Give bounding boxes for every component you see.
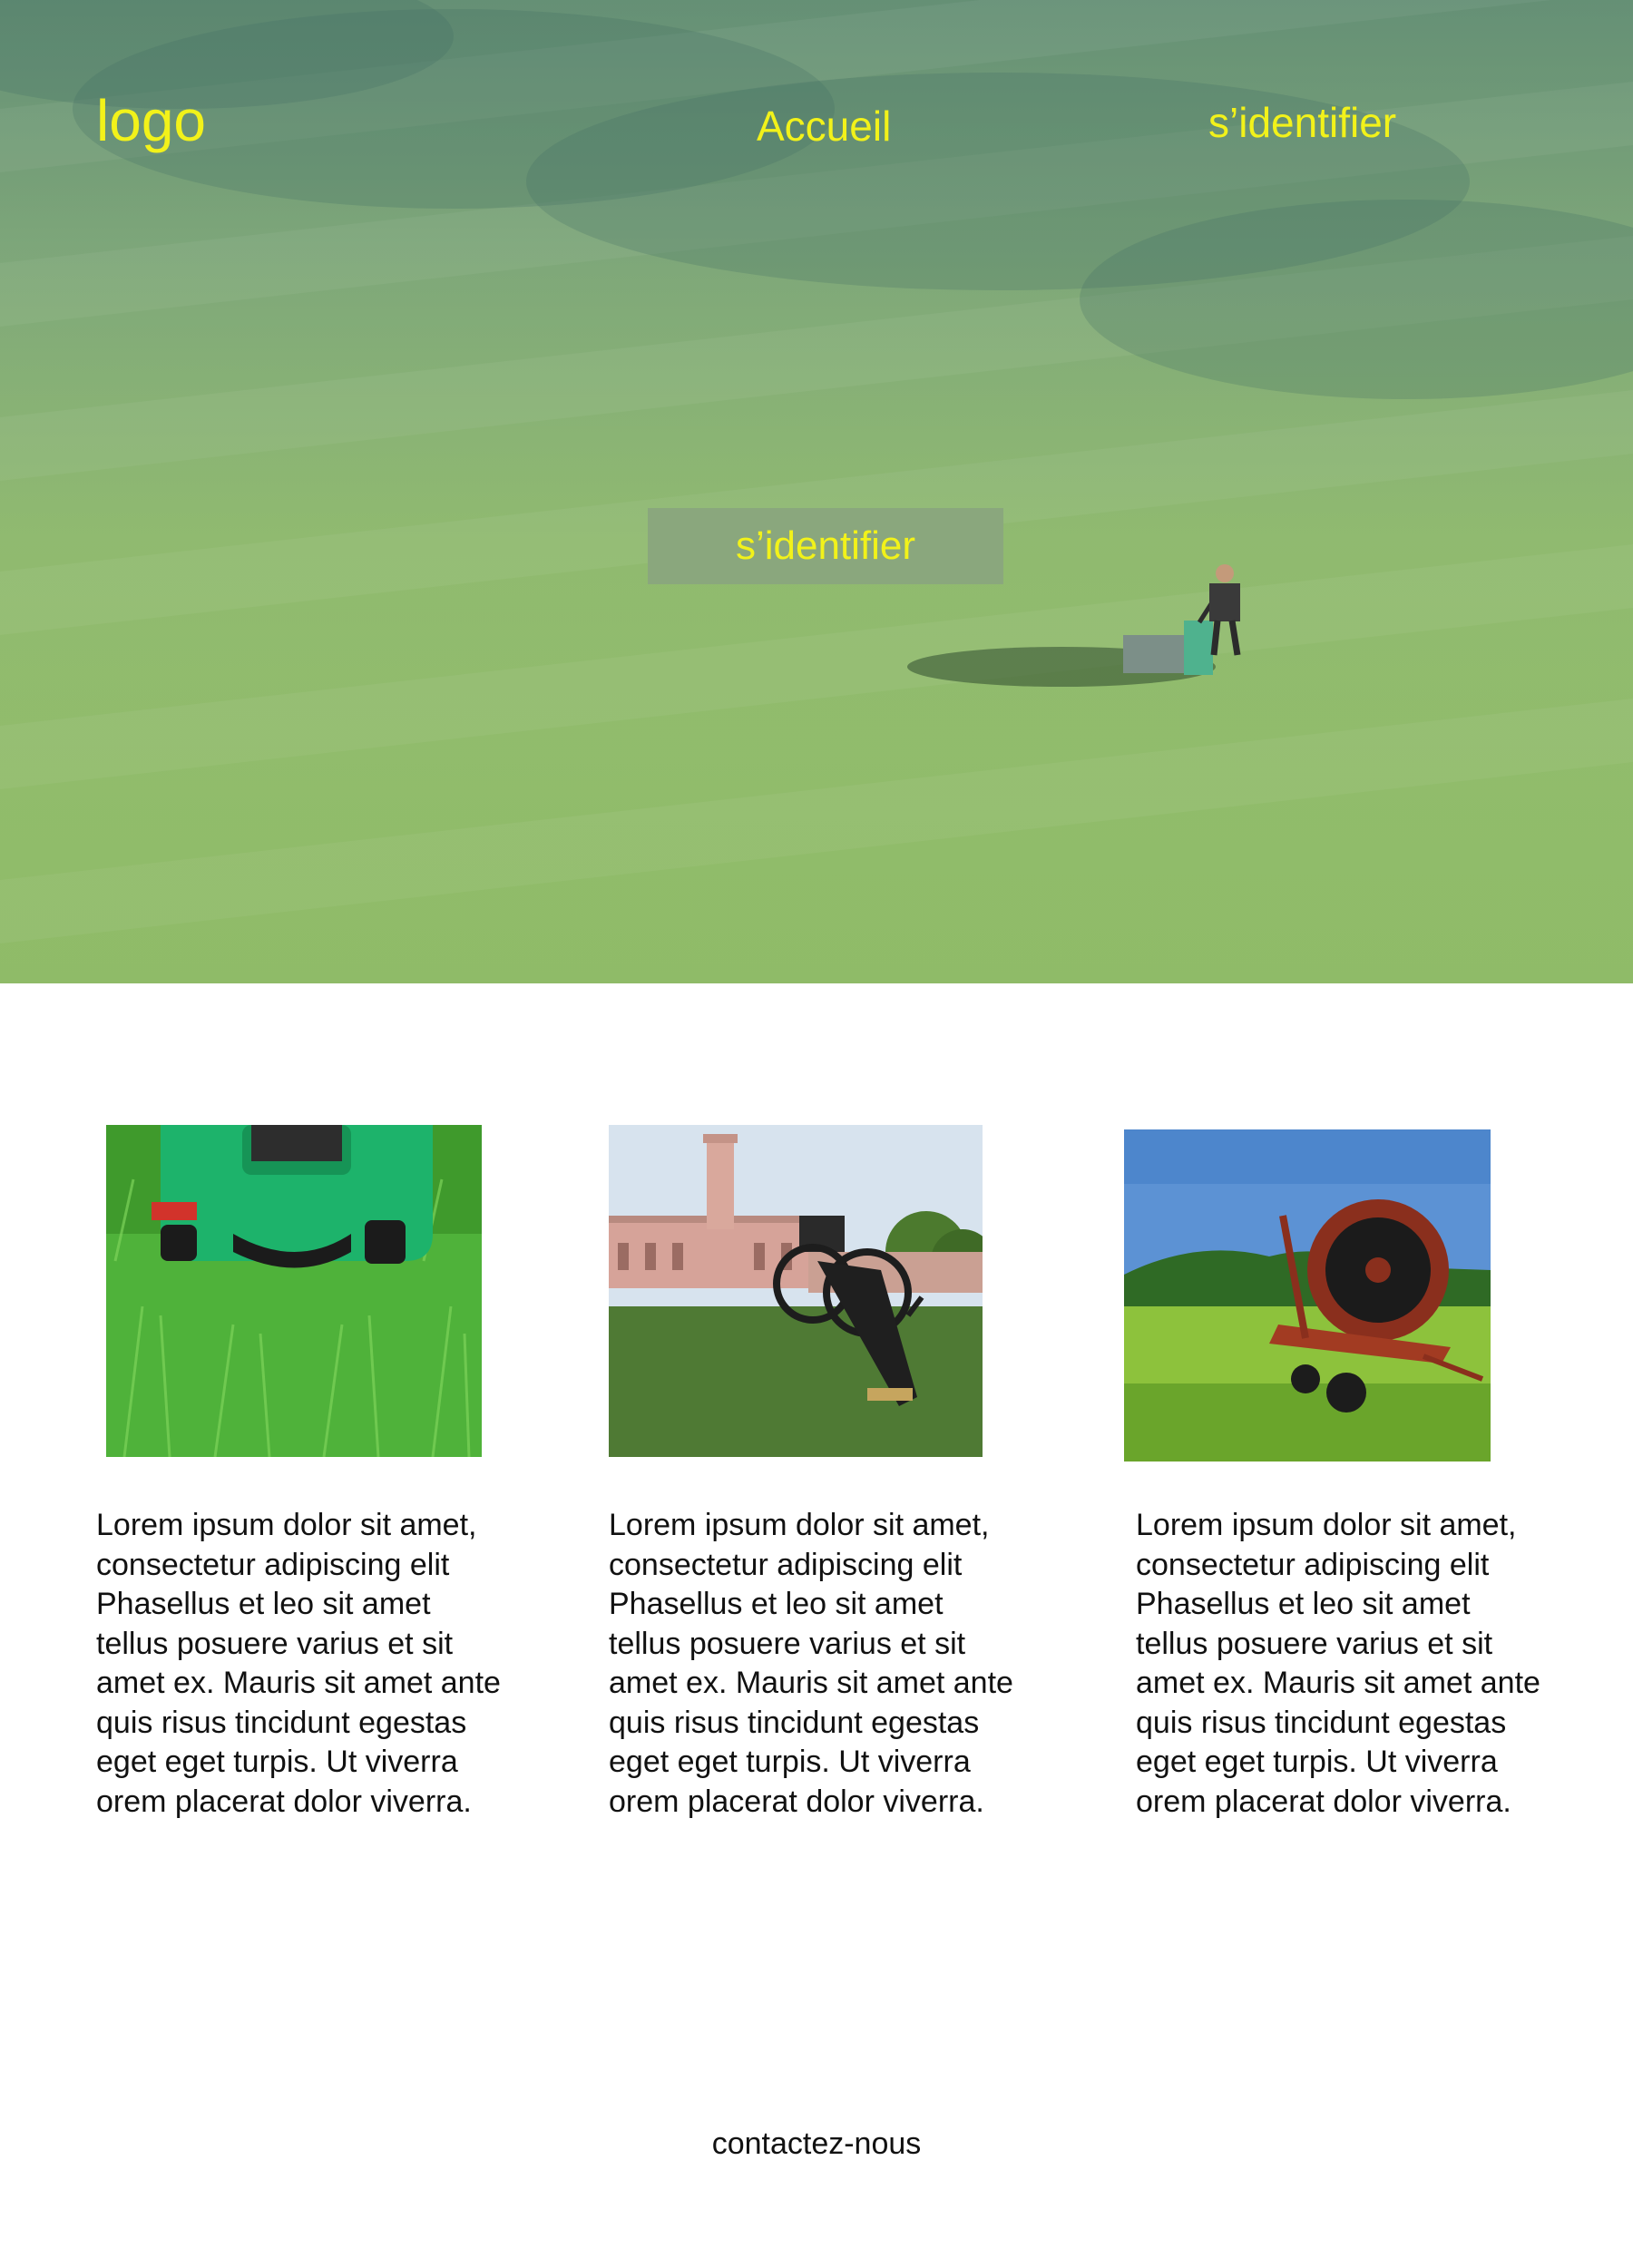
card-description: Lorem ipsum dolor sit amet, consectetur … — [609, 1508, 1013, 1819]
login-button[interactable]: s’identifier — [648, 508, 1003, 584]
lawn-mower-image — [106, 1125, 482, 1457]
nav-link-login[interactable]: s’identifier — [1208, 98, 1396, 147]
card-description: Lorem ipsum dolor sit amet, consectetur … — [96, 1508, 501, 1819]
logo[interactable]: logo — [96, 87, 206, 154]
card-description: Lorem ipsum dolor sit amet, consectetur … — [1136, 1508, 1540, 1819]
contact-link[interactable]: contactez-nous — [0, 2126, 1633, 2162]
nav-link-home[interactable]: Accueil — [757, 102, 891, 151]
irrigation-reel-image — [1124, 1129, 1491, 1461]
hero-banner: logo Accueil s’identifier s’identifier — [0, 0, 1633, 983]
field-cannon-image — [609, 1125, 983, 1457]
